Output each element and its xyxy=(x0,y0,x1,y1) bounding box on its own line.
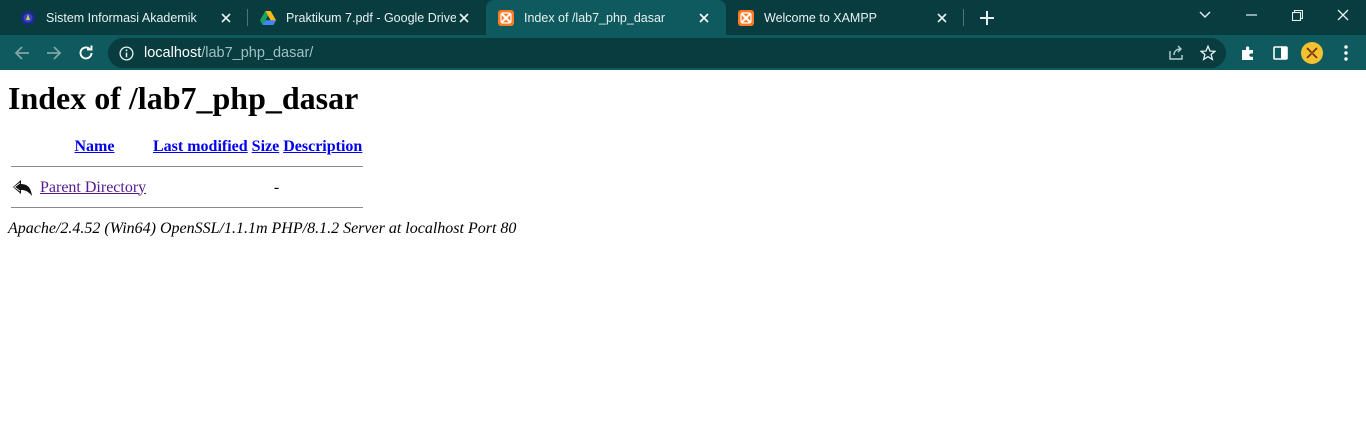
extensions-button[interactable] xyxy=(1236,41,1260,65)
sort-by-size-link[interactable]: Size xyxy=(252,138,280,155)
minimize-button[interactable] xyxy=(1228,0,1274,30)
tab-sistem-informasi[interactable]: Sistem Informasi Akademik xyxy=(0,0,248,35)
url-path: /lab7_php_dasar/ xyxy=(201,45,314,61)
page-content: Index of /lab7_php_dasar Name Last modif… xyxy=(0,80,1366,238)
tab-title: Sistem Informasi Akademik xyxy=(46,10,197,25)
browser-toolbar: localhost/lab7_php_dasar/ xyxy=(0,35,1366,70)
tab-title: Index of /lab7_php_dasar xyxy=(524,10,666,25)
separator-row xyxy=(11,159,364,175)
tab-strip: Sistem Informasi Akademik Praktikum 7.pd… xyxy=(0,0,1366,35)
side-panel-icon xyxy=(1272,46,1288,60)
tab-welcome-xampp[interactable]: Welcome to XAMPP xyxy=(726,0,964,35)
reload-button[interactable] xyxy=(73,40,99,66)
server-signature: Apache/2.4.52 (Win64) OpenSSL/1.1.1m PHP… xyxy=(8,220,517,237)
separator-row xyxy=(11,200,364,216)
sort-by-last-modified-link[interactable]: Last modified xyxy=(153,138,248,155)
close-icon[interactable] xyxy=(456,10,472,26)
new-tab-button[interactable] xyxy=(976,7,998,29)
close-icon xyxy=(1337,9,1349,21)
tab-separator xyxy=(963,9,964,26)
minimize-icon xyxy=(1245,14,1257,16)
page-title: Index of /lab7_php_dasar xyxy=(8,80,359,116)
divider xyxy=(11,166,364,167)
directory-listing: Name Last modified Size Description Pare… xyxy=(9,135,365,218)
profile-button[interactable] xyxy=(1300,41,1324,65)
back-button[interactable] xyxy=(9,40,35,66)
windmill-icon xyxy=(1306,47,1318,59)
forward-button[interactable] xyxy=(41,40,67,66)
column-header-size[interactable]: Size xyxy=(251,137,281,157)
sort-by-description-link[interactable]: Description xyxy=(283,138,362,155)
menu-button[interactable] xyxy=(1334,41,1358,65)
tab-title: Praktikum 7.pdf - Google Drive xyxy=(286,10,456,25)
xampp-icon xyxy=(498,9,514,26)
share-icon xyxy=(1169,45,1183,60)
row-icon-cell xyxy=(11,177,37,198)
icon-column-header xyxy=(11,137,37,157)
back-arrow-icon xyxy=(13,180,32,196)
info-icon[interactable] xyxy=(118,45,134,61)
row-size-cell: - xyxy=(273,178,280,196)
url-text: localhost/lab7_php_dasar/ xyxy=(144,45,313,61)
star-icon xyxy=(1200,45,1216,61)
close-icon[interactable] xyxy=(934,10,950,26)
address-bar[interactable]: localhost/lab7_php_dasar/ xyxy=(108,38,1226,68)
chevron-down-icon xyxy=(1199,11,1211,18)
tab-index-lab7[interactable]: Index of /lab7_php_dasar xyxy=(486,0,726,35)
xampp-icon xyxy=(738,9,754,26)
tab-search-button[interactable] xyxy=(1182,0,1228,30)
row-name-cell: Parent Directory xyxy=(39,177,249,198)
url-host: localhost xyxy=(144,45,202,61)
sort-by-name-link[interactable]: Name xyxy=(75,138,115,155)
arrow-right-icon xyxy=(47,46,62,60)
bookmark-button[interactable] xyxy=(1197,42,1219,64)
tab-google-drive[interactable]: Praktikum 7.pdf - Google Drive xyxy=(248,0,486,35)
more-vertical-icon xyxy=(1344,45,1348,61)
university-seal-icon xyxy=(20,10,36,26)
close-icon[interactable] xyxy=(218,10,234,26)
column-header-name[interactable]: Name xyxy=(39,137,150,157)
table-header-row: Name Last modified Size Description xyxy=(11,137,363,157)
column-header-last-modified[interactable]: Last modified xyxy=(152,137,249,157)
avatar xyxy=(1301,42,1323,64)
share-button[interactable] xyxy=(1165,42,1187,64)
plus-icon xyxy=(980,11,994,25)
parent-directory-link[interactable]: Parent Directory xyxy=(40,179,146,196)
google-drive-icon xyxy=(260,10,276,26)
restore-icon xyxy=(1291,9,1303,21)
divider xyxy=(11,207,364,208)
table-row: Parent Directory - xyxy=(11,177,363,198)
restore-button[interactable] xyxy=(1274,0,1320,30)
puzzle-icon xyxy=(1242,46,1253,60)
browser-chrome: Sistem Informasi Akademik Praktikum 7.pd… xyxy=(0,0,1366,70)
close-window-button[interactable] xyxy=(1320,0,1366,30)
column-header-description[interactable]: Description xyxy=(282,137,363,157)
reload-icon xyxy=(79,45,93,60)
close-icon[interactable] xyxy=(696,10,712,26)
arrow-left-icon xyxy=(14,46,29,60)
row-description-cell xyxy=(282,177,363,198)
side-panel-button[interactable] xyxy=(1268,41,1292,65)
tab-title: Welcome to XAMPP xyxy=(764,10,878,25)
